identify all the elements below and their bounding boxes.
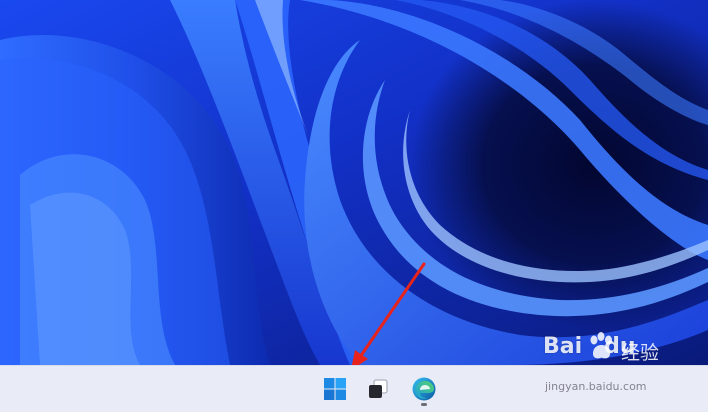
taskbar: [0, 365, 708, 412]
running-indicator: [421, 403, 427, 406]
desktop-wallpaper: [0, 0, 708, 365]
edge-button[interactable]: [406, 371, 442, 407]
edge-browser-icon: [412, 377, 436, 401]
task-view-icon: [369, 379, 388, 398]
desktop-screen: Bai du 经验 jingyan.baidu.com: [0, 0, 708, 412]
windows-logo-icon: [324, 378, 346, 400]
task-view-button[interactable]: [360, 371, 396, 407]
start-button[interactable]: [317, 371, 353, 407]
